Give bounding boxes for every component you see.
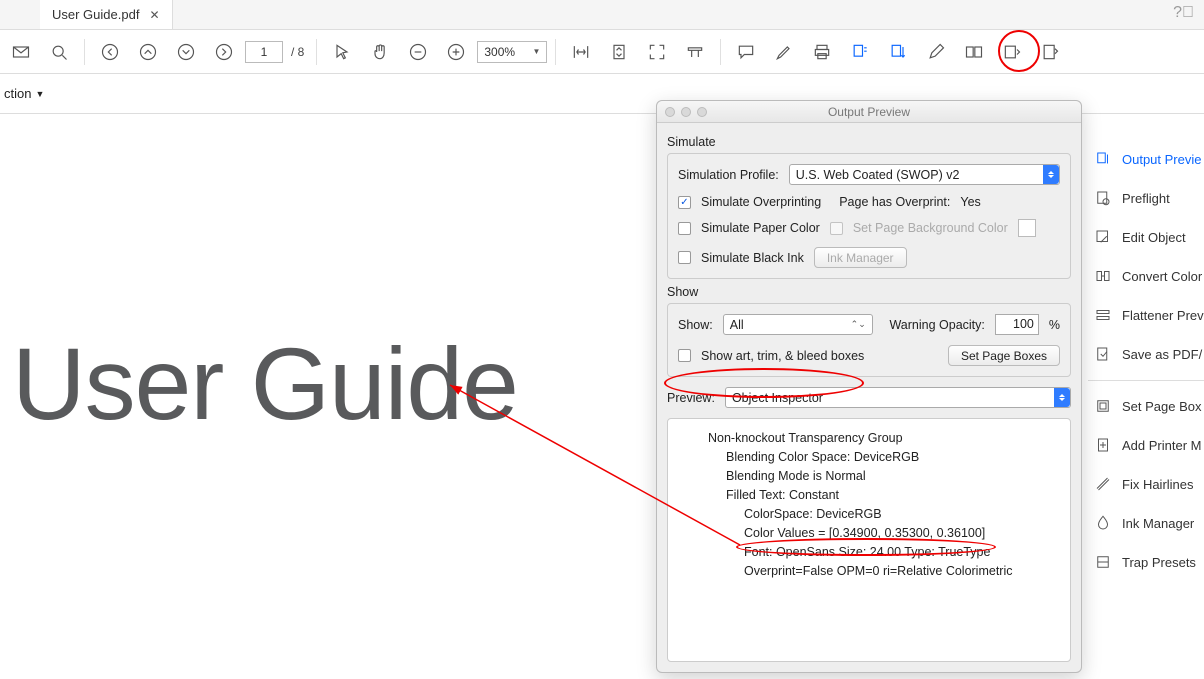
hand-icon[interactable]: [363, 35, 397, 69]
show-boxes-label: Show art, trim, & bleed boxes: [701, 349, 864, 363]
warning-opacity-label: Warning Opacity:: [889, 318, 984, 332]
edit-icon[interactable]: [919, 35, 953, 69]
organize-icon[interactable]: [995, 35, 1029, 69]
page-has-overprint-label: Page has Overprint:: [839, 195, 950, 209]
simulate-black-ink-checkbox[interactable]: [678, 251, 691, 264]
fit-page-icon[interactable]: [602, 35, 636, 69]
simulate-overprinting-checkbox[interactable]: [678, 196, 691, 209]
tab-bar: User Guide.pdf ✕ ?⃝: [0, 0, 1204, 30]
print-icon[interactable]: [805, 35, 839, 69]
read-mode-icon[interactable]: [678, 35, 712, 69]
panel-title: Output Preview: [657, 105, 1081, 119]
zoom-out-icon[interactable]: [401, 35, 435, 69]
export-icon[interactable]: [1033, 35, 1067, 69]
fit-width-icon[interactable]: [564, 35, 598, 69]
rail-ink-manager[interactable]: Ink Manager: [1088, 504, 1204, 543]
show-select[interactable]: All⌃⌄: [723, 314, 873, 335]
mail-icon[interactable]: [4, 35, 38, 69]
tab-title: User Guide.pdf: [52, 7, 139, 22]
zoom-in-icon[interactable]: [439, 35, 473, 69]
rail-fix-hairlines[interactable]: Fix Hairlines: [1088, 465, 1204, 504]
fullscreen-icon[interactable]: [640, 35, 674, 69]
rail-set-page-boxes[interactable]: Set Page Box: [1088, 387, 1204, 426]
prev-view-icon[interactable]: [93, 35, 127, 69]
pointer-icon[interactable]: [325, 35, 359, 69]
bg-color-swatch: [1018, 219, 1036, 237]
simulate-black-ink-label: Simulate Black Ink: [701, 251, 804, 265]
tools-rail: Output Previe Preflight Edit Object Conv…: [1088, 140, 1204, 582]
page-thumbnails-icon[interactable]: [843, 35, 877, 69]
page-number-input[interactable]: 1: [245, 41, 283, 63]
set-bg-color-checkbox: [830, 222, 843, 235]
document-heading: User Guide: [12, 326, 518, 443]
show-section-label: Show: [667, 279, 1071, 303]
rail-preflight[interactable]: Preflight: [1088, 179, 1204, 218]
show-boxes-checkbox[interactable]: [678, 349, 691, 362]
warning-opacity-unit: %: [1049, 318, 1060, 332]
simulate-section-label: Simulate: [667, 129, 1071, 153]
page-has-overprint-value: Yes: [960, 195, 980, 209]
page-down-icon[interactable]: [169, 35, 203, 69]
rail-output-preview[interactable]: Output Previe: [1088, 140, 1204, 179]
output-preview-panel: Output Preview Simulate Simulation Profi…: [656, 100, 1082, 673]
rail-flattener-preview[interactable]: Flattener Prev: [1088, 296, 1204, 335]
zoom-select[interactable]: 300%▼: [477, 41, 547, 63]
rail-add-printer-marks[interactable]: Add Printer M: [1088, 426, 1204, 465]
set-page-boxes-button[interactable]: Set Page Boxes: [948, 345, 1060, 366]
rail-save-as-pdfx[interactable]: Save as PDF/: [1088, 335, 1204, 374]
page-total: / 8: [287, 45, 308, 59]
simulate-overprinting-label: Simulate Overprinting: [701, 195, 821, 209]
close-icon[interactable]: ✕: [149, 8, 159, 22]
simulate-paper-color-label: Simulate Paper Color: [701, 221, 820, 235]
rail-trap-presets[interactable]: Trap Presets: [1088, 543, 1204, 582]
warning-opacity-input[interactable]: 100: [995, 314, 1039, 335]
simulation-profile-label: Simulation Profile:: [678, 168, 779, 182]
comment-icon[interactable]: [729, 35, 763, 69]
next-view-icon[interactable]: [207, 35, 241, 69]
simulate-paper-color-checkbox[interactable]: [678, 222, 691, 235]
rail-convert-colors[interactable]: Convert Color: [1088, 257, 1204, 296]
ink-manager-button: Ink Manager: [814, 247, 907, 268]
toolbar: 1 / 8 300%▼: [0, 30, 1204, 74]
preview-label: Preview:: [667, 391, 715, 405]
set-bg-color-label: Set Page Background Color: [853, 221, 1008, 235]
preview-select[interactable]: Object Inspector: [725, 387, 1071, 408]
document-tab[interactable]: User Guide.pdf ✕: [40, 0, 173, 29]
page-up-icon[interactable]: [131, 35, 165, 69]
compare-icon[interactable]: [957, 35, 991, 69]
object-inspector-output: Non-knockout Transparency Group Blending…: [667, 418, 1071, 662]
show-label: Show:: [678, 318, 713, 332]
simulation-profile-select[interactable]: U.S. Web Coated (SWOP) v2: [789, 164, 1060, 185]
rail-edit-object[interactable]: Edit Object: [1088, 218, 1204, 257]
panel-titlebar[interactable]: Output Preview: [657, 101, 1081, 123]
output-preview-icon[interactable]: [881, 35, 915, 69]
highlight-icon[interactable]: [767, 35, 801, 69]
help-icon[interactable]: ?⃝: [1163, 0, 1204, 29]
search-icon[interactable]: [42, 35, 76, 69]
truncated-menu-label[interactable]: ction: [4, 86, 31, 101]
